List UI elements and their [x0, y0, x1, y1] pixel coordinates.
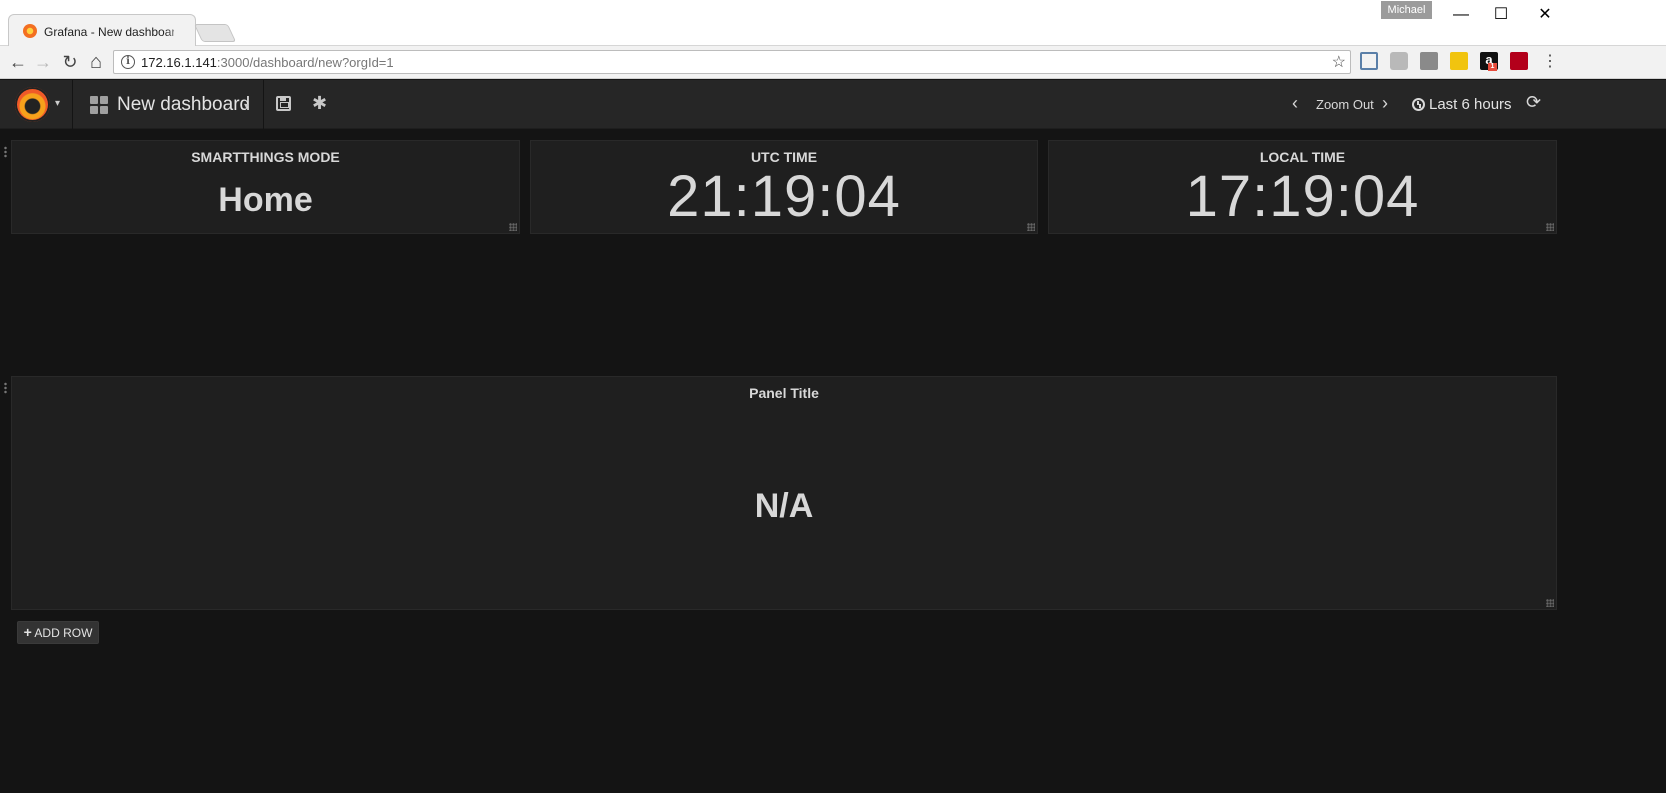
back-arrow-icon[interactable]: ←	[6, 50, 30, 74]
settings-gear-icon[interactable]: ✱	[312, 93, 327, 114]
grafana-navbar: ▾ New dashboard ▾ ✱ ‹ Zoom Out › Last 6 …	[0, 80, 1666, 129]
forward-arrow-icon[interactable]: →	[31, 50, 55, 74]
profile-badge[interactable]: Michael	[1381, 1, 1432, 19]
row-drag-handle[interactable]	[4, 382, 7, 394]
browser-toolbar: ← → ↻ ⌂ i 172.16.1.141:3000/dashboard/ne…	[0, 46, 1666, 79]
save-dashboard-icon[interactable]	[276, 96, 291, 111]
dashboard-title: New dashboard	[117, 94, 251, 115]
cast-icon[interactable]	[1360, 52, 1378, 70]
time-shift-forward-icon[interactable]: ›	[1382, 93, 1388, 114]
acrobat-icon[interactable]	[1510, 52, 1528, 70]
browser-titlebar: Grafana - New dashboard Michael — ☐ ✕	[0, 0, 1666, 47]
chevron-down-icon: ▾	[244, 101, 250, 112]
add-row-button[interactable]: + ADD ROW	[17, 621, 99, 644]
tab-title: Grafana - New dashboard	[44, 25, 174, 39]
panel-utc-time[interactable]: UTC TIME 21:19:04	[530, 140, 1038, 234]
chrome-menu-icon[interactable]: ⋮	[1538, 50, 1562, 74]
reload-icon[interactable]: ↻	[58, 50, 82, 74]
bookmark-star-icon[interactable]: ☆	[1332, 52, 1346, 72]
pocket-icon[interactable]	[1420, 52, 1438, 70]
panel-resize-handle[interactable]	[1027, 223, 1035, 231]
site-info-icon[interactable]: i	[121, 55, 135, 69]
address-bar[interactable]: i 172.16.1.141:3000/dashboard/new?orgId=…	[113, 50, 1351, 74]
grafana-menu-button[interactable]: ▾	[0, 80, 73, 129]
panel-title[interactable]: SMARTTHINGS MODE	[12, 149, 519, 165]
refresh-icon[interactable]: ⟳	[1526, 92, 1541, 113]
new-tab-button[interactable]	[193, 24, 237, 42]
panel-generic[interactable]: Panel Title N/A	[11, 376, 1557, 610]
tab-fade	[165, 21, 195, 41]
amazon-badge: 1	[1488, 63, 1497, 71]
lastpass-icon[interactable]	[1450, 52, 1468, 70]
close-window-button[interactable]: ✕	[1528, 2, 1562, 28]
minimize-button[interactable]: —	[1444, 2, 1478, 28]
singlestat-value: N/A	[754, 487, 814, 525]
home-icon[interactable]: ⌂	[84, 50, 108, 74]
amazon-icon[interactable]: a1	[1480, 52, 1498, 71]
grafana-favicon-icon	[23, 24, 37, 38]
panel-resize-handle[interactable]	[509, 223, 517, 231]
singlestat-value: Home	[218, 181, 313, 219]
dashboard-picker[interactable]: New dashboard ▾	[74, 80, 264, 129]
panel-smartthings-mode[interactable]: SMARTTHINGS MODE Home	[11, 140, 520, 234]
singlestat-value: 17:19:04	[1185, 164, 1420, 229]
panel-resize-handle[interactable]	[1546, 223, 1554, 231]
time-shift-back-icon[interactable]: ‹	[1292, 93, 1298, 114]
time-range-picker[interactable]: Last 6 hours	[1429, 96, 1512, 113]
row-drag-handle[interactable]	[4, 146, 7, 158]
plus-icon: +	[23, 624, 32, 640]
pushbullet-icon[interactable]	[1390, 52, 1408, 70]
browser-tab[interactable]: Grafana - New dashboard	[8, 14, 196, 47]
url-path: :3000/dashboard/new?orgId=1	[216, 55, 394, 70]
clock-icon	[1412, 98, 1425, 111]
chevron-down-icon: ▾	[55, 98, 61, 109]
dashboard-grid-icon	[90, 96, 108, 114]
add-row-label: ADD ROW	[34, 626, 93, 640]
panel-resize-handle[interactable]	[1546, 599, 1554, 607]
grafana-logo-icon	[15, 87, 50, 122]
url-text[interactable]: 172.16.1.141:3000/dashboard/new?orgId=1	[141, 55, 394, 70]
url-host: 172.16.1.141	[141, 55, 217, 70]
panel-title[interactable]: Panel Title	[12, 385, 1556, 401]
panel-local-time[interactable]: LOCAL TIME 17:19:04	[1048, 140, 1557, 234]
zoom-out-button[interactable]: Zoom Out	[1316, 97, 1374, 112]
singlestat-value: 21:19:04	[667, 164, 901, 229]
maximize-button[interactable]: ☐	[1484, 2, 1518, 28]
